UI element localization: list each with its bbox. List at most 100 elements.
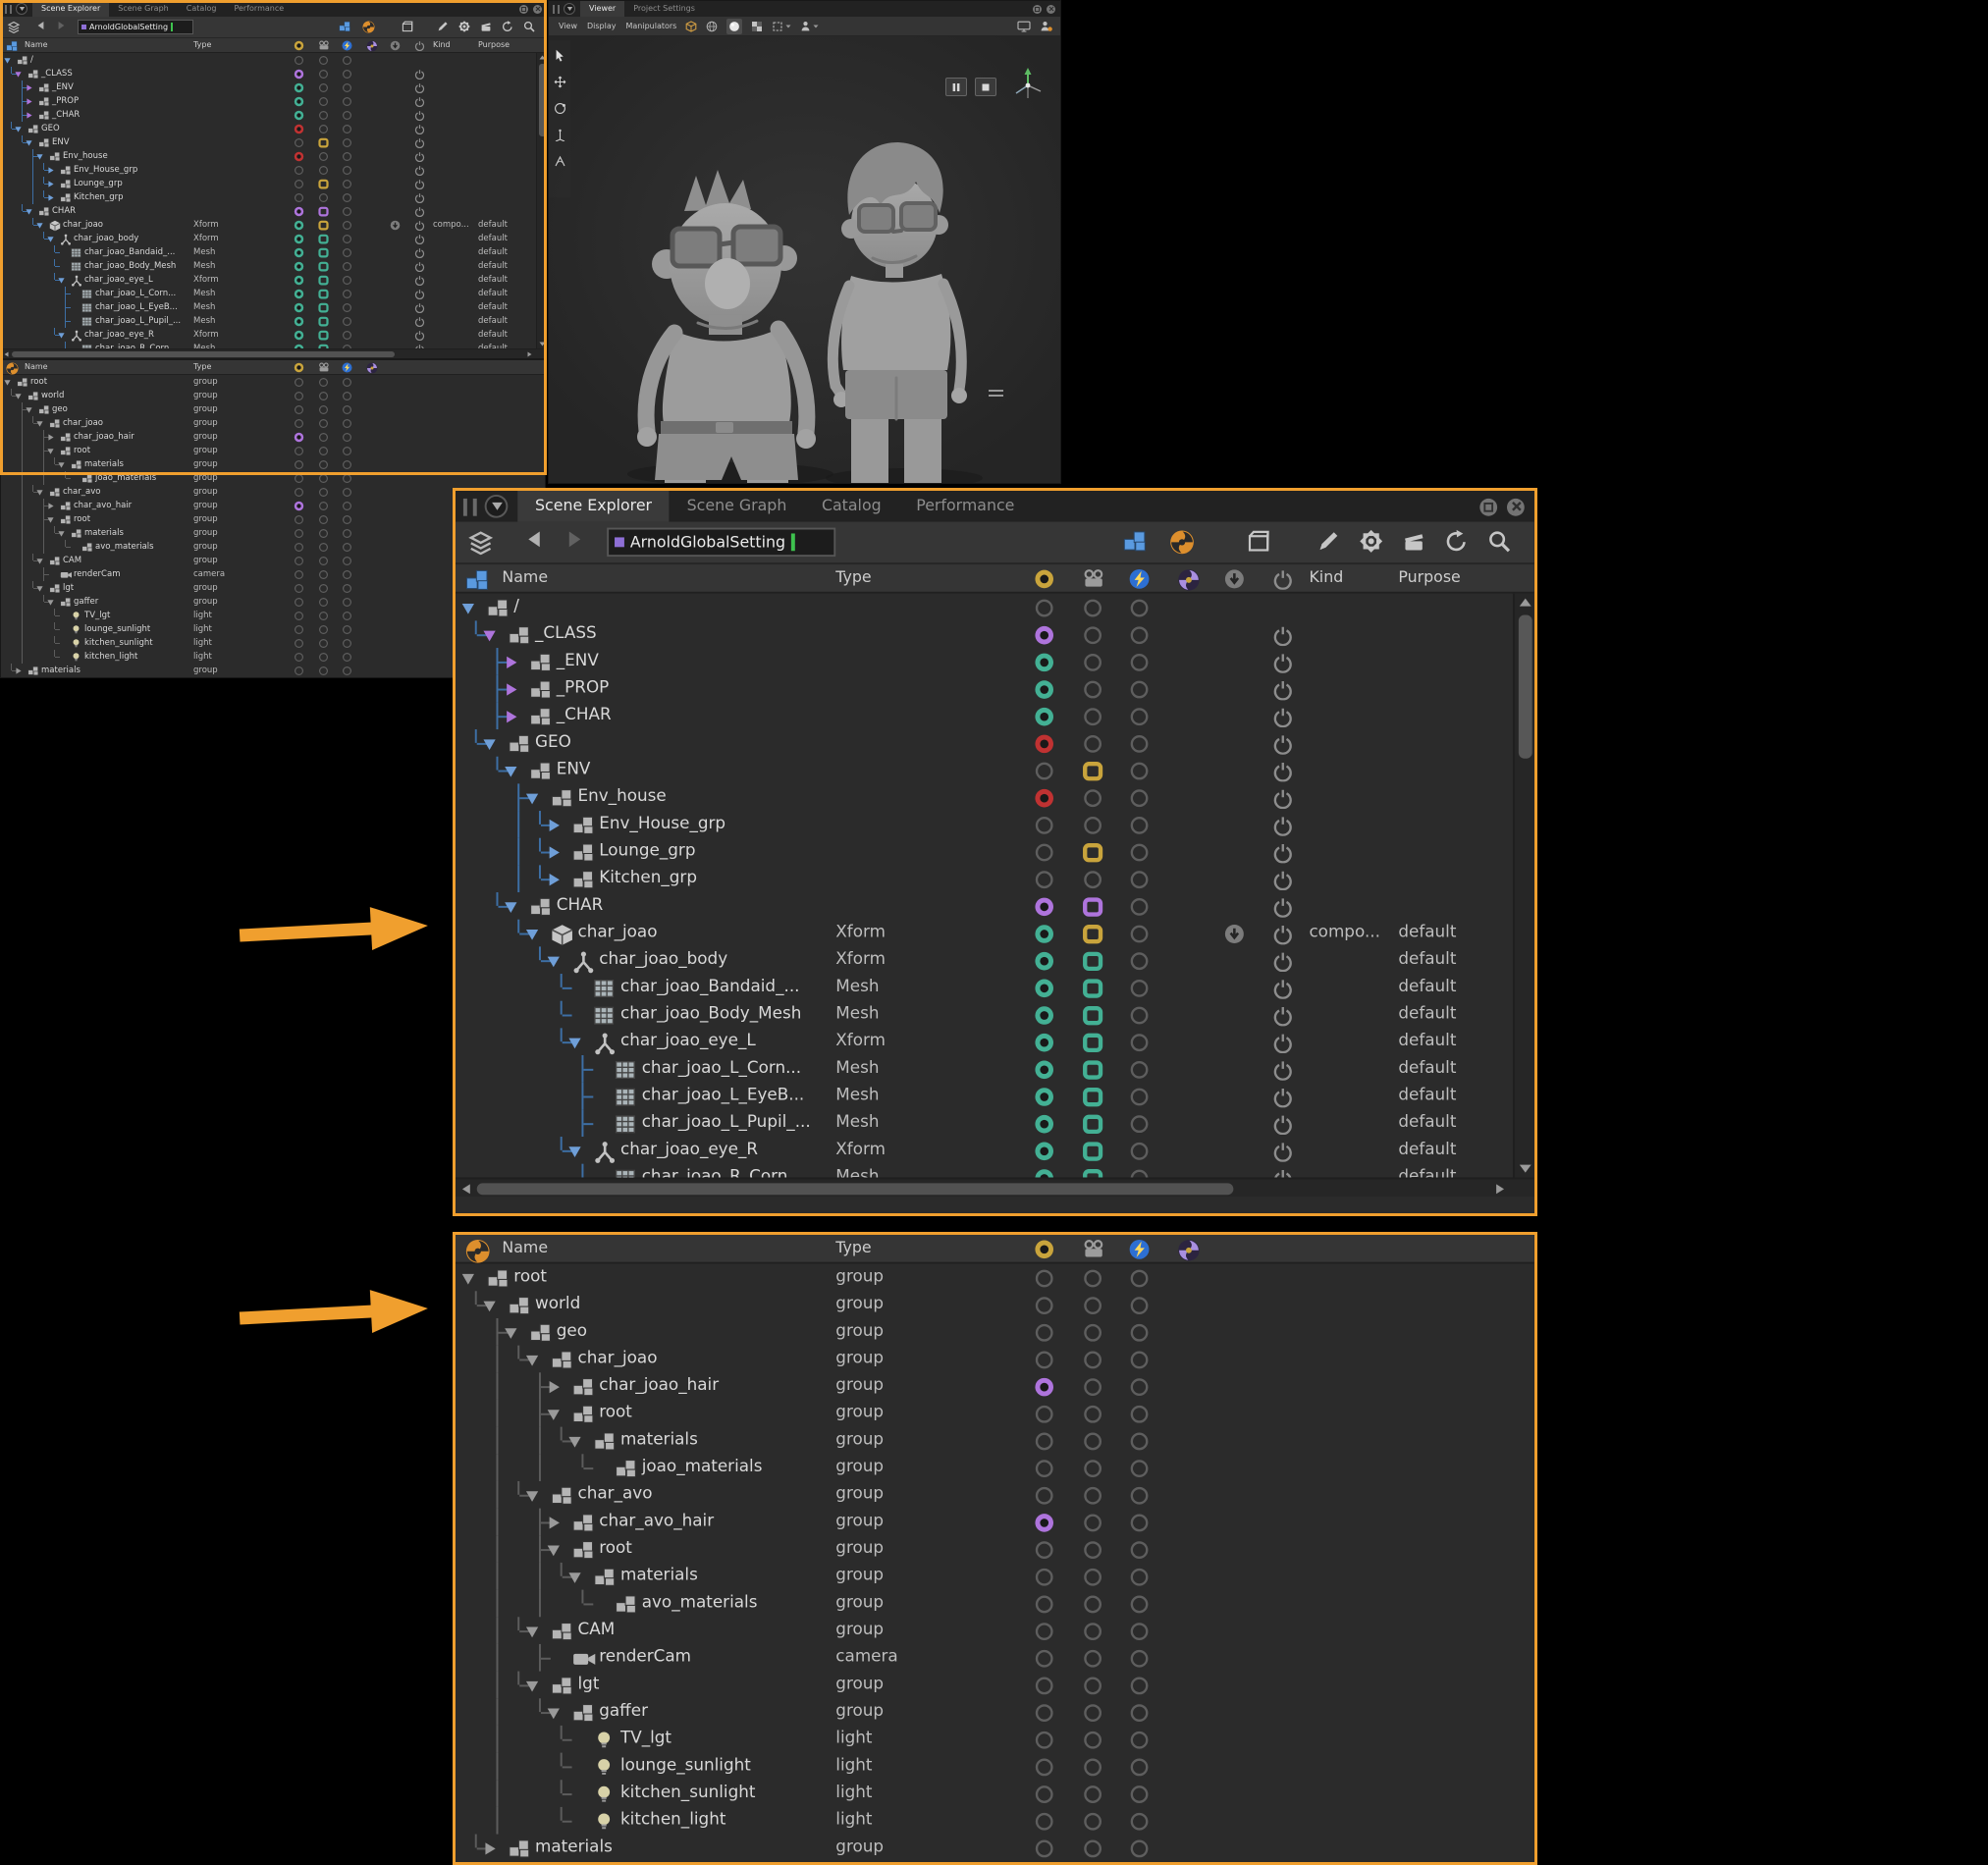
layers-icon[interactable] [7,21,21,33]
instances-icon[interactable] [1123,530,1149,554]
render-toggle[interactable] [1081,1403,1102,1424]
enabled-toggle[interactable] [1271,1031,1293,1052]
expander-open-icon[interactable] [46,515,55,524]
scroll-thumb-horizontal[interactable] [477,1183,1234,1195]
expander-closed-icon[interactable] [545,816,563,833]
render-toggle[interactable] [1081,949,1102,971]
tree-row[interactable]: char_joao_Bandaid_...Meshdefault [1,245,546,259]
trigger-toggle[interactable] [1128,1810,1150,1832]
trigger-toggle[interactable] [1128,1375,1150,1397]
visibility-toggle[interactable] [1033,1430,1054,1452]
expander-open-icon[interactable] [566,1033,584,1050]
trigger-toggle[interactable] [342,165,352,176]
tab-catalog[interactable]: Catalog [804,491,898,522]
render-toggle[interactable] [1081,1086,1102,1107]
trigger-toggle[interactable] [1128,841,1150,863]
render-toggle[interactable] [1081,1167,1102,1178]
menu-manipulators[interactable]: Manipulators [625,22,676,30]
expander-closed-icon[interactable] [46,502,55,510]
enabled-toggle[interactable] [414,82,425,93]
trigger-toggle[interactable] [1128,1167,1150,1178]
render-column-icon[interactable] [318,362,330,373]
tree-row[interactable]: _PROP [1,94,546,108]
tree-row[interactable]: _PROP [456,675,1534,703]
back-button[interactable] [36,21,45,30]
render-toggle[interactable] [1081,1058,1102,1080]
trigger-toggle[interactable] [342,377,352,388]
trigger-toggle[interactable] [1128,1086,1150,1107]
tree-row[interactable]: geogroup [456,1318,1534,1346]
expander-open-icon[interactable] [523,925,541,942]
visibility-toggle[interactable] [294,391,304,401]
visibility-toggle[interactable] [294,69,304,80]
tree-row[interactable]: joao_materialsgroup [1,471,546,485]
render-toggle[interactable] [318,569,329,580]
trigger-column-icon[interactable] [342,40,352,51]
tree-row[interactable]: rootgroup [1,375,546,389]
column-header-type[interactable]: Type [193,38,211,52]
tab-catalog[interactable]: Catalog [178,1,226,17]
pause-button[interactable] [945,78,967,96]
trigger-toggle[interactable] [342,302,352,313]
render-toggle[interactable] [1081,1620,1102,1641]
trigger-toggle[interactable] [1128,868,1150,889]
render-toggle[interactable] [318,330,329,341]
expander-open-icon[interactable] [502,762,519,779]
tab-project-settings[interactable]: Project Settings [624,1,704,17]
vertical-scrollbar[interactable] [536,53,546,348]
visibility-toggle[interactable] [1033,1675,1054,1696]
render-toggle[interactable] [318,69,329,80]
render-toggle[interactable] [318,473,329,484]
visibility-toggle[interactable] [1033,949,1054,971]
render-toggle[interactable] [1081,1675,1102,1696]
expander-open-icon[interactable] [545,1405,563,1422]
drag-grip-icon[interactable] [553,5,560,14]
arnold-render-icon[interactable] [1169,530,1195,556]
expander-open-icon[interactable] [46,598,55,607]
visibility-toggle[interactable] [1033,1484,1054,1506]
tree-row[interactable]: TV_lgtlight [456,1726,1534,1753]
render-toggle[interactable] [1081,760,1102,781]
tree-row[interactable]: _CLASS [456,620,1534,648]
render-toggle[interactable] [318,96,329,107]
trigger-toggle[interactable] [1128,1430,1150,1452]
render-toggle[interactable] [318,316,329,327]
visibility-toggle[interactable] [294,192,304,203]
enabled-toggle[interactable] [414,234,425,244]
tab-performance[interactable]: Performance [898,491,1032,522]
tree-row[interactable]: / [1,53,546,67]
menu-display[interactable]: Display [587,22,617,30]
trigger-toggle[interactable] [342,624,352,635]
scroll-right-button[interactable] [1491,1183,1507,1195]
expander-open-icon[interactable] [523,788,541,806]
tree-row[interactable]: char_joaoXformcompo...default [1,218,546,232]
pivot-tool[interactable] [551,152,568,170]
visibility-toggle[interactable] [1033,597,1054,618]
tab-scene-explorer[interactable]: Scene Explorer [517,491,670,522]
tree-row[interactable]: worldgroup [1,389,546,402]
expander-open-icon[interactable] [566,1142,584,1159]
trigger-toggle[interactable] [342,487,352,498]
trigger-toggle[interactable] [1128,1140,1150,1161]
trigger-toggle[interactable] [1128,1538,1150,1560]
visibility-toggle[interactable] [1033,868,1054,889]
tree-row[interactable]: renderCamcamera [456,1644,1534,1672]
visibility-toggle[interactable] [1033,1620,1054,1641]
trigger-toggle[interactable] [342,275,352,286]
trigger-toggle[interactable] [1128,1647,1150,1669]
render-toggle[interactable] [318,165,329,176]
tree-row[interactable]: char_avogroup [456,1481,1534,1509]
camera-select-dropdown[interactable] [800,21,819,31]
trigger-toggle[interactable] [1128,1058,1150,1080]
trigger-toggle[interactable] [1128,1593,1150,1615]
tree-row[interactable]: _ENV [1,80,546,94]
tree-row[interactable]: char_joao_L_Corn...Meshdefault [1,287,546,300]
tree-row[interactable]: char_joao_bodyXformdefault [456,946,1534,974]
render-toggle[interactable] [1081,1783,1102,1804]
trigger-toggle[interactable] [342,583,352,594]
visibility-toggle[interactable] [1033,1701,1054,1723]
tree-row[interactable]: char_joaogroup [456,1346,1534,1373]
visibility-toggle[interactable] [1033,732,1054,754]
trigger-column-icon[interactable] [342,362,352,373]
column-header-type[interactable]: Type [835,1235,871,1262]
